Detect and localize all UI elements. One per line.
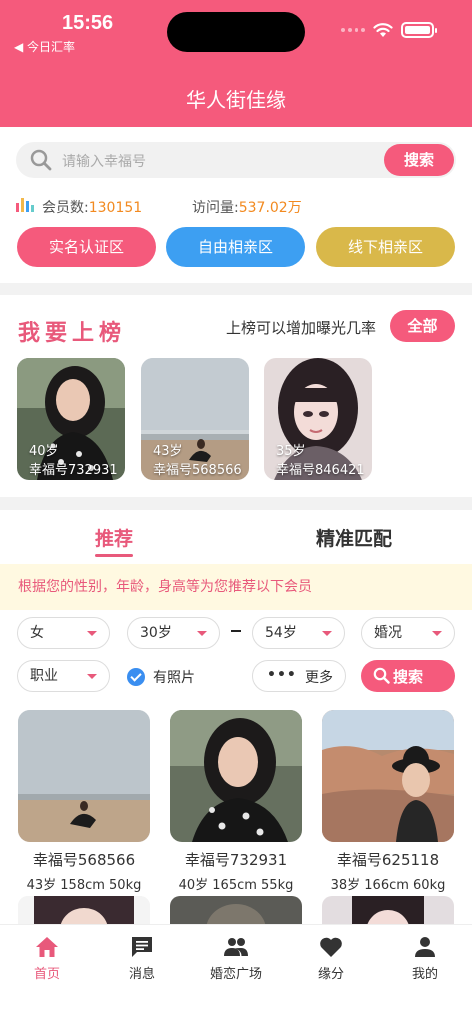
age-max-select[interactable]: 54岁	[252, 617, 345, 649]
back-to-app-link[interactable]: ◀ 今日汇率	[14, 38, 75, 55]
member-card[interactable]: 幸福号568566 43岁 158cm 50kg	[18, 710, 150, 893]
home-icon	[36, 937, 58, 957]
chevron-down-icon	[87, 631, 97, 636]
search-icon	[373, 667, 390, 684]
profile-icon	[415, 937, 435, 957]
recommend-notice: 根据您的性别，年龄，身高等为您推荐以下会员	[0, 564, 472, 610]
status-time: 15:56	[62, 12, 114, 34]
free-dating-zone-button[interactable]: 自由相亲区	[166, 227, 305, 267]
member-count: 会员数:130151	[42, 200, 143, 216]
status-icons	[341, 22, 437, 38]
tab-home[interactable]: 首页	[12, 935, 82, 982]
ranking-number: 幸福号846421	[276, 463, 365, 478]
ranking-title: 我要上榜	[18, 321, 127, 346]
ranking-number: 幸福号732931	[29, 463, 118, 478]
member-photo[interactable]	[170, 896, 302, 924]
checkmark-icon	[127, 668, 145, 686]
offline-dating-zone-button[interactable]: 线下相亲区	[316, 227, 455, 267]
range-dash	[231, 630, 241, 632]
ranking-tip: 上榜可以增加曝光几率	[226, 319, 377, 337]
tab-precise-match[interactable]: 精准匹配	[316, 524, 392, 551]
search-button[interactable]: 搜索	[384, 144, 454, 176]
heart-icon	[320, 937, 342, 957]
member-info: 38岁 166cm 60kg	[330, 878, 446, 893]
verified-zone-button[interactable]: 实名认证区	[17, 227, 156, 267]
tab-profile[interactable]: 我的	[390, 935, 460, 982]
has-photo-checkbox[interactable]: 有照片	[127, 667, 195, 687]
search-icon	[30, 149, 52, 171]
member-card[interactable]: 幸福号625118 38岁 166cm 60kg	[322, 710, 454, 893]
tab-messages-label: 消息	[128, 967, 155, 982]
more-label: 更多	[305, 670, 333, 686]
search-bar: 请输入幸福号 搜索	[16, 142, 456, 178]
more-filters-button[interactable]: ••• 更多	[252, 660, 346, 692]
gender-value: 女	[30, 625, 44, 641]
chevron-down-icon	[87, 674, 97, 679]
tab-dating-square-label: 婚恋广场	[209, 967, 262, 982]
tab-fate[interactable]: 缘分	[296, 935, 366, 982]
member-number: 幸福号732931	[184, 851, 288, 869]
more-dots-icon: •••	[267, 667, 297, 683]
people-icon	[224, 938, 248, 956]
bottom-tab-bar: 首页 消息 婚恋广场 缘分 我的	[0, 924, 472, 1024]
stats-row: 会员数:130151 访问量:537.02万	[16, 195, 456, 217]
chevron-down-icon	[197, 631, 207, 636]
chevron-down-icon	[322, 631, 332, 636]
filter-search-label: 搜索	[393, 668, 424, 686]
member-photo[interactable]	[18, 896, 150, 924]
member-photo	[170, 710, 302, 842]
age-max-value: 54岁	[265, 625, 297, 641]
tab-messages[interactable]: 消息	[107, 935, 177, 982]
member-number: 幸福号568566	[32, 851, 136, 869]
ranking-photo[interactable]: 43岁 幸福号568566	[141, 358, 249, 480]
age-min-select[interactable]: 30岁	[127, 617, 220, 649]
bar-chart-icon	[16, 198, 34, 212]
wifi-icon	[373, 23, 393, 37]
member-photo[interactable]	[322, 896, 454, 924]
ranking-photo[interactable]: 35岁 幸福号846421	[264, 358, 372, 480]
member-card[interactable]: 幸福号732931 40岁 165cm 55kg	[170, 710, 302, 893]
battery-icon	[401, 22, 437, 38]
marital-value: 婚况	[374, 625, 402, 641]
tab-home-label: 首页	[33, 967, 60, 982]
app-header: 15:56 ◀ 今日汇率 华人街佳缘	[0, 0, 472, 127]
tab-dating-square[interactable]: 婚恋广场	[201, 935, 271, 982]
job-value: 职业	[30, 668, 58, 684]
marital-select[interactable]: 婚况	[361, 617, 455, 649]
member-info: 43岁 158cm 50kg	[26, 878, 142, 893]
ranking-age: 40岁	[29, 444, 59, 459]
page-title: 华人街佳缘	[186, 88, 286, 112]
member-photo	[18, 710, 150, 842]
camera-notch	[167, 12, 305, 52]
ranking-age: 43岁	[153, 444, 183, 459]
ranking-age: 35岁	[276, 444, 306, 459]
search-card: 请输入幸福号 搜索 会员数:130151 访问量:537.02万 实名认证区 自…	[0, 127, 472, 283]
active-tab-indicator	[95, 554, 133, 557]
member-photo	[322, 710, 454, 842]
tab-recommend[interactable]: 推荐	[95, 524, 133, 551]
chevron-down-icon	[432, 631, 442, 636]
ranking-card: 我要上榜 上榜可以增加曝光几率 全部 40岁 幸福号732931 43岁 幸福号…	[0, 295, 472, 497]
gender-select[interactable]: 女	[17, 617, 110, 649]
member-number: 幸福号625118	[336, 851, 440, 869]
ranking-photo[interactable]: 40岁 幸福号732931	[17, 358, 125, 480]
age-min-value: 30岁	[140, 625, 172, 641]
visit-count: 访问量:537.02万	[192, 200, 302, 216]
recommend-card: 推荐 精准匹配 根据您的性别，年龄，身高等为您推荐以下会员 女 30岁 54岁 …	[0, 510, 472, 924]
signal-icon	[341, 28, 365, 32]
has-photo-label: 有照片	[153, 670, 195, 686]
tab-fate-label: 缘分	[317, 967, 344, 982]
message-icon	[132, 937, 152, 957]
ranking-all-button[interactable]: 全部	[390, 310, 455, 342]
filter-search-button[interactable]: 搜索	[361, 660, 455, 692]
ranking-number: 幸福号568566	[153, 463, 242, 478]
tab-profile-label: 我的	[411, 967, 438, 982]
search-input[interactable]: 请输入幸福号	[62, 151, 146, 171]
member-info: 40岁 165cm 55kg	[178, 878, 294, 893]
job-select[interactable]: 职业	[17, 660, 110, 692]
